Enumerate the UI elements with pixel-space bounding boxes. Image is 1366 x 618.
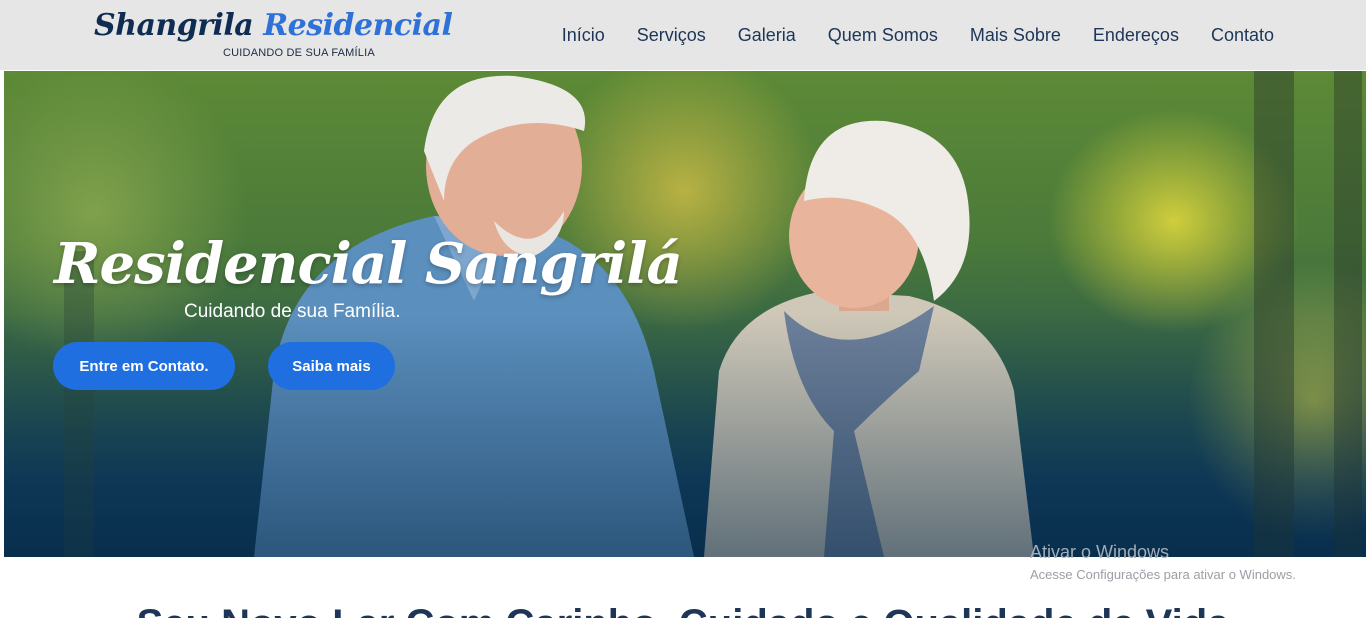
nav-galeria[interactable]: Galeria [738, 25, 796, 46]
section-heading: Seu Novo Lar Com Carinho, Cuidado e Qual… [0, 600, 1366, 618]
nav-inicio[interactable]: Início [562, 25, 605, 46]
hero-title: Residencial Sangrilá [54, 231, 683, 297]
main-nav: Início Serviços Galeria Quem Somos Mais … [562, 0, 1274, 70]
site-header: Shangrila Residencial CUIDANDO DE SUA FA… [0, 0, 1366, 70]
nav-contato[interactable]: Contato [1211, 25, 1274, 46]
windows-activation-title: Ativar o Windows [1030, 542, 1170, 562]
nav-quem-somos[interactable]: Quem Somos [828, 25, 938, 46]
logo-tagline: CUIDANDO DE SUA FAMÍLIA [223, 47, 375, 59]
nav-servicos[interactable]: Serviços [637, 25, 706, 46]
site-logo[interactable]: Shangrila Residencial CUIDANDO DE SUA FA… [94, 8, 453, 64]
windows-activation-subtitle: Acesse Configurações para ativar o Windo… [1030, 567, 1296, 582]
contact-button[interactable]: Entre em Contato. [53, 342, 235, 390]
logo-wordmark: Shangrila Residencial [94, 8, 453, 43]
logo-part2: Residencial [263, 8, 453, 43]
hero-banner: Residencial Sangrilá Cuidando de sua Fam… [4, 71, 1366, 557]
nav-enderecos[interactable]: Endereços [1093, 25, 1179, 46]
nav-mais-sobre[interactable]: Mais Sobre [970, 25, 1061, 46]
learn-more-button[interactable]: Saiba mais [268, 342, 395, 390]
logo-part1: Shangrila [94, 8, 254, 43]
hero-subtitle: Cuidando de sua Família. [184, 301, 401, 322]
